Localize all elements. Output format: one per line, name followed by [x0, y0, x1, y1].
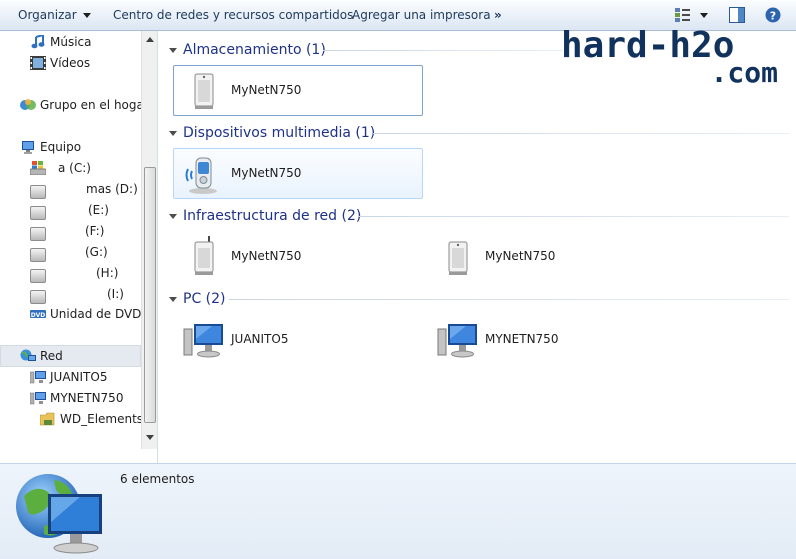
chevron-down-icon [169, 130, 177, 136]
chevron-down-icon [169, 213, 177, 219]
scroll-thumb[interactable] [144, 167, 156, 423]
network-icon [20, 349, 36, 361]
more-commands-button[interactable]: » [494, 0, 502, 30]
drive-icon [30, 269, 46, 283]
shared-folder-icon [40, 412, 55, 426]
nav-item-label: Red [40, 349, 63, 363]
device-label: JUANITO5 [231, 332, 289, 346]
computer-monitor-icon [183, 324, 223, 358]
device-tile[interactable]: MyNetN750 [173, 148, 423, 199]
add-printer-button[interactable]: Agregar una impresora [352, 0, 491, 30]
drive-icon [30, 248, 46, 262]
help-icon[interactable]: ? [765, 7, 781, 23]
group-title: Dispositivos multimedia (1) [183, 125, 376, 141]
nav-item-label: Equipo [40, 140, 82, 154]
svg-text:DVD: DVD [31, 312, 46, 319]
chevron-down-icon [169, 47, 177, 53]
group-divider [229, 299, 789, 300]
group-header-pc[interactable]: PC (2) [169, 289, 226, 309]
device-tile[interactable]: JUANITO5 [173, 314, 423, 365]
nav-item-label: Unidad de DVD R [50, 307, 154, 321]
scroll-up-icon[interactable] [146, 37, 154, 42]
video-icon [30, 56, 46, 70]
pc-icon [30, 392, 46, 405]
nav-item-label: JUANITO5 [50, 370, 108, 384]
device-tile[interactable]: MyNetN750 [173, 231, 423, 282]
preview-pane-icon[interactable] [729, 7, 745, 23]
organize-button[interactable]: Organizar [18, 0, 91, 30]
nav-item-label: mas (D:) [86, 182, 138, 196]
nav-item-label: (F:) [85, 224, 105, 238]
nav-item-label: Música [50, 35, 92, 49]
navigation-pane: Música Vídeos Grupo en el hogar Equipo a… [0, 31, 158, 463]
nav-item-label: (H:) [96, 266, 119, 280]
nav-scrollbar[interactable] [141, 31, 157, 449]
router-icon [448, 241, 468, 275]
nav-item-label: a (C:) [58, 161, 91, 175]
svg-text:?: ? [770, 10, 776, 23]
network-center-button[interactable]: Centro de redes y recursos compartidos [113, 0, 353, 30]
nav-item-label: Grupo en el hogar [40, 98, 149, 112]
nav-item-label: (G:) [85, 245, 108, 259]
organize-label: Organizar [18, 8, 77, 22]
router-icon [194, 236, 214, 275]
drive-icon [30, 185, 46, 199]
computer-monitor-icon [437, 324, 477, 358]
homegroup-icon [20, 99, 36, 110]
computer-icon [22, 141, 34, 154]
device-label: MyNetN750 [231, 166, 302, 180]
device-label: MyNetN750 [231, 83, 302, 97]
group-divider [323, 50, 563, 51]
group-divider [359, 216, 789, 217]
group-header-storage[interactable]: Almacenamiento (1) [169, 40, 326, 60]
nav-item-label: (E:) [88, 203, 109, 217]
group-title: Almacenamiento (1) [183, 42, 326, 58]
group-header-multimedia[interactable]: Dispositivos multimedia (1) [169, 123, 375, 143]
dvd-drive-icon: DVD [30, 310, 46, 319]
music-icon [31, 35, 45, 49]
storage-device-icon [194, 73, 214, 109]
logo-line-2: .com [710, 56, 778, 89]
device-label: MyNetN750 [485, 249, 556, 263]
device-label: MYNETN750 [485, 332, 559, 346]
drive-icon [30, 206, 46, 220]
device-tile[interactable]: MyNetN750 [427, 231, 677, 282]
watermark-logo: hard-h2o .com [556, 28, 786, 88]
views-icon[interactable] [674, 7, 708, 23]
media-device-icon [185, 157, 217, 194]
group-title: PC (2) [183, 291, 226, 307]
pc-icon [30, 371, 46, 384]
details-pane: 6 elementos [0, 463, 796, 559]
network-globe-icon [16, 474, 102, 554]
device-tile[interactable]: MYNETN750 [427, 314, 677, 365]
group-title: Infraestructura de red (2) [183, 208, 362, 224]
nav-item-label: (I:) [107, 287, 124, 301]
group-header-infrastructure[interactable]: Infraestructura de red (2) [169, 206, 361, 226]
logo-line-1: hard-h2o [561, 25, 735, 66]
item-count: 6 elementos [120, 472, 195, 486]
device-tile[interactable]: MyNetN750 [173, 65, 423, 116]
nav-item-label: MYNETN750 [50, 391, 124, 405]
windows-drive-icon [30, 161, 46, 175]
chevron-down-icon [169, 296, 177, 302]
drive-icon [30, 290, 46, 304]
group-divider [373, 133, 789, 134]
nav-item-label: Vídeos [50, 56, 91, 70]
scroll-down-icon[interactable] [146, 435, 154, 440]
chevron-down-icon [82, 13, 91, 18]
content-pane: Almacenamiento (1) MyNetN750 Dispositivo… [159, 31, 796, 463]
drive-icon [30, 227, 46, 241]
device-label: MyNetN750 [231, 249, 302, 263]
